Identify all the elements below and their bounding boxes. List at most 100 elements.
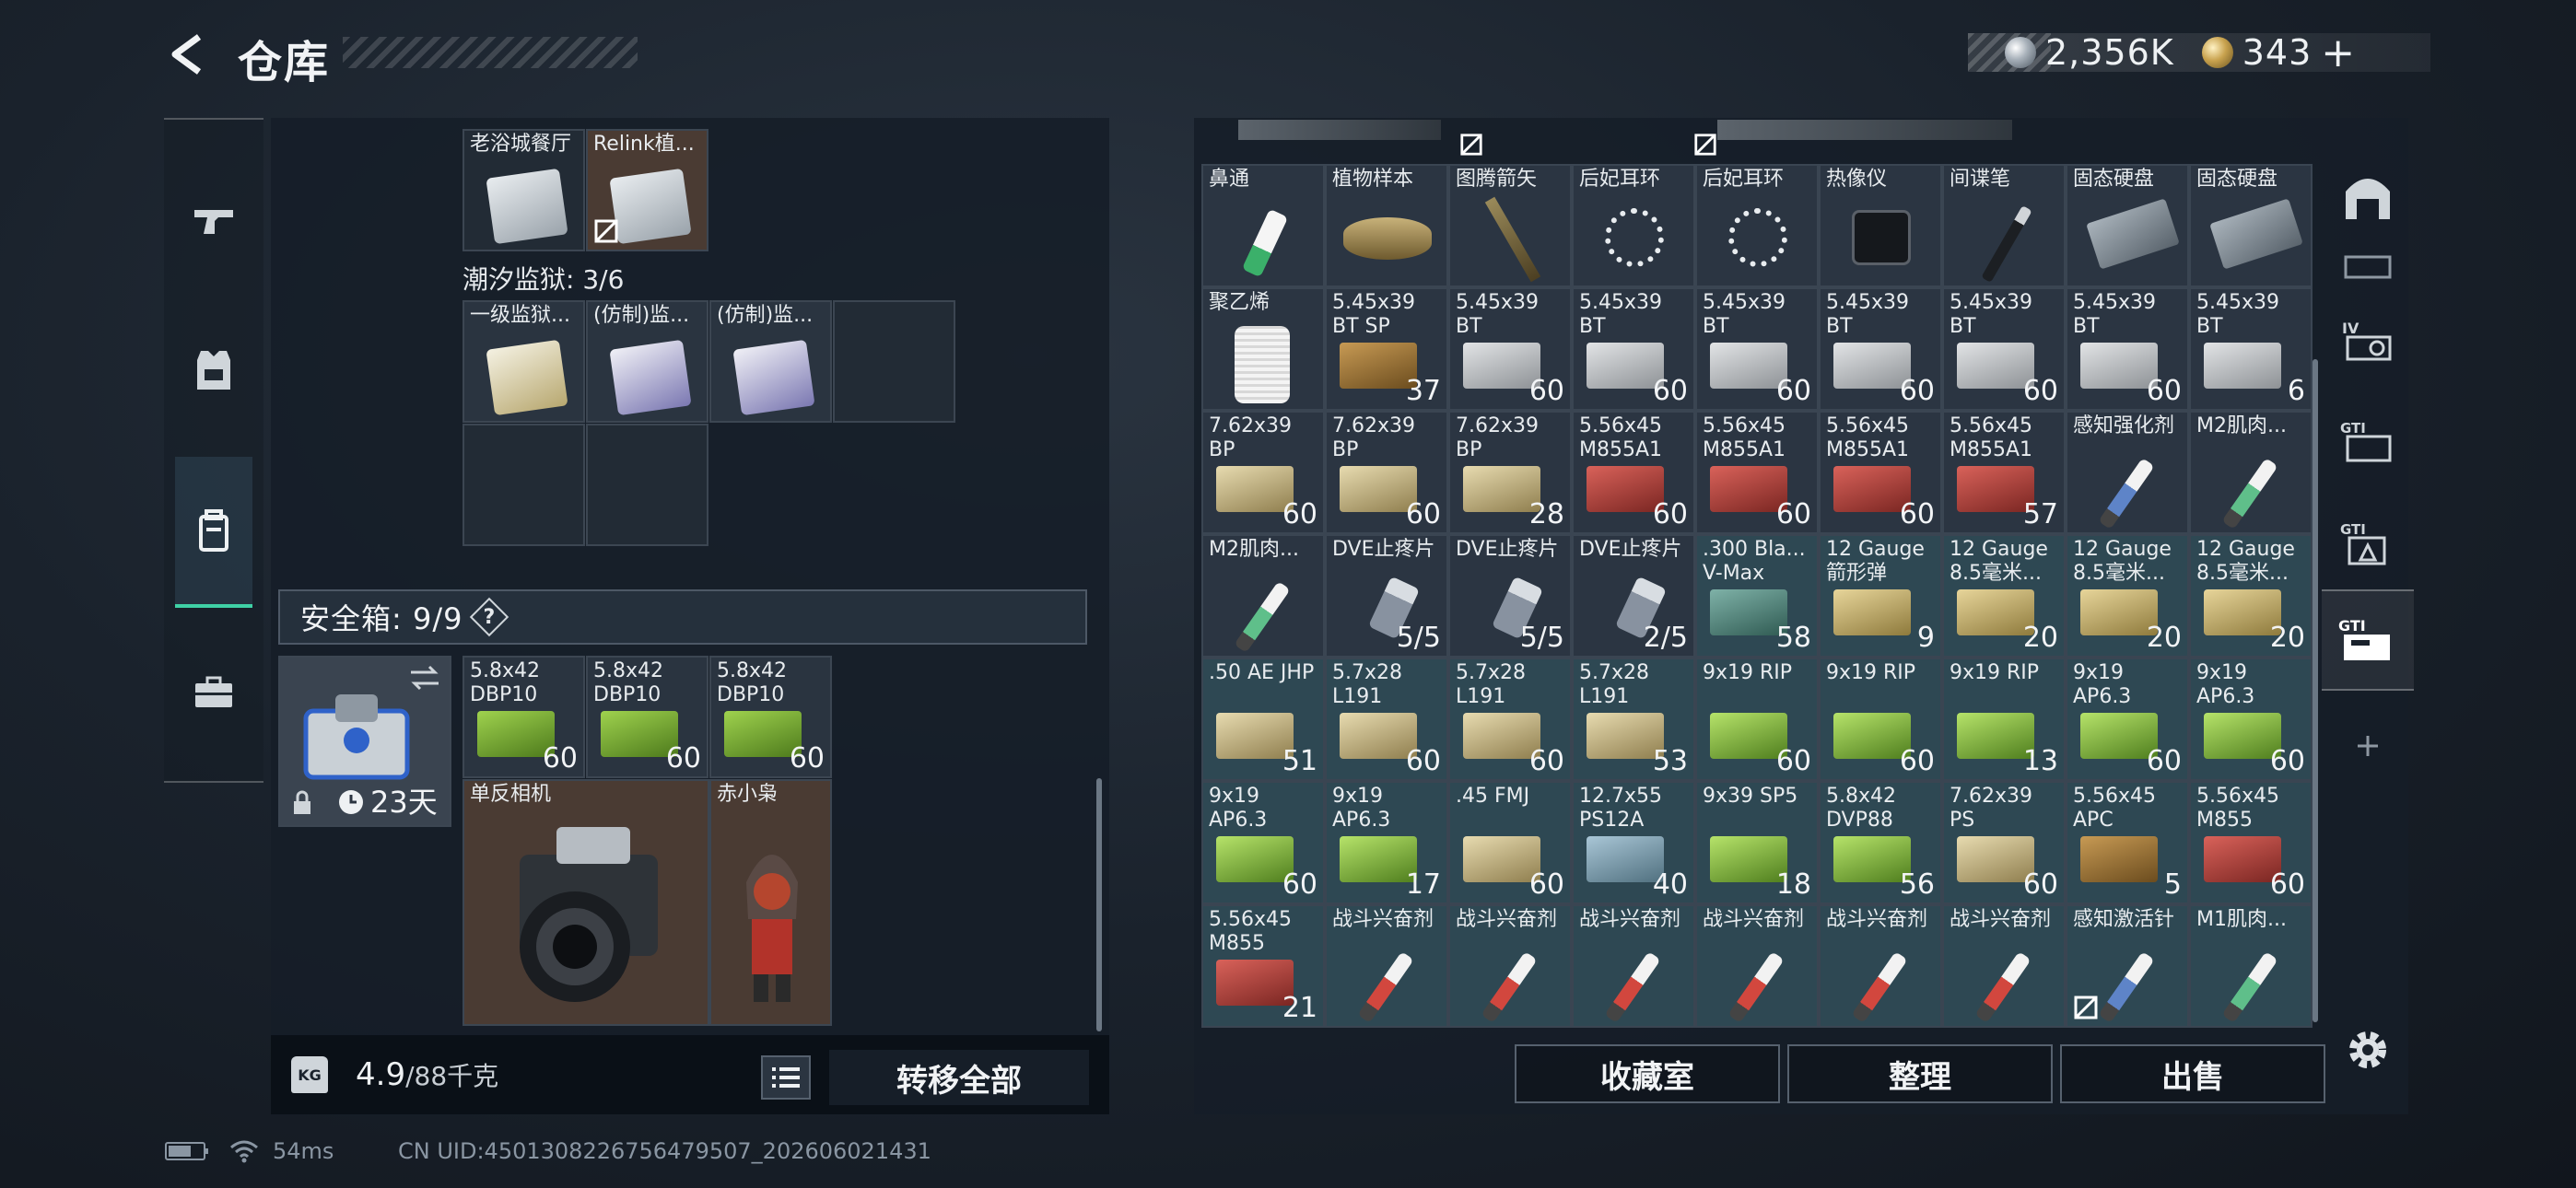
warehouse-item-slot[interactable]: 5.56x45 M855 60 xyxy=(2189,781,2313,904)
warehouse-item-slot[interactable]: 7.62x39 PS 60 xyxy=(1942,781,2066,904)
warehouse-item-slot[interactable]: 12 Gauge 箭形弹 9 xyxy=(1819,534,1942,658)
storage-tab-iv[interactable]: IV xyxy=(2322,295,2414,387)
warehouse-item-slot[interactable]: 感知强化剂 xyxy=(2066,411,2189,534)
warehouse-item-slot[interactable]: 9x19 AP6.3 60 xyxy=(1201,781,1325,904)
list-view-button[interactable] xyxy=(761,1055,811,1100)
warehouse-item-slot[interactable]: 5.7x28 L191 53 xyxy=(1572,658,1695,781)
warehouse-item-slot[interactable]: 后妃耳环 xyxy=(1572,164,1695,287)
sell-button[interactable]: 出售 xyxy=(2060,1044,2325,1103)
warehouse-item-slot[interactable]: 后妃耳环 xyxy=(1695,164,1819,287)
warehouse-item-slot[interactable]: 固态硬盘 xyxy=(2066,164,2189,287)
warehouse-item-slot[interactable]: 战斗兴奋剂 xyxy=(1942,904,2066,1028)
warehouse-item-slot[interactable]: 12 Gauge 8.5毫米... 20 xyxy=(2066,534,2189,658)
warehouse-item-slot[interactable]: DVE止疼片 5/5 xyxy=(1448,534,1572,658)
back-button[interactable] xyxy=(164,31,210,77)
warehouse-item-slot[interactable]: 9x39 SP5 18 xyxy=(1695,781,1819,904)
sidebar-item-weapons[interactable] xyxy=(164,170,263,272)
collection-room-button[interactable]: 收藏室 xyxy=(1515,1044,1780,1103)
warehouse-item-slot[interactable]: 7.62x39 BP 60 xyxy=(1325,411,1448,534)
warehouse-item-slot[interactable]: .45 FMJ 60 xyxy=(1448,781,1572,904)
inventory-slot[interactable]: 5.8x42 DBP10 60 xyxy=(709,656,832,778)
warehouse-item-slot[interactable]: 聚乙烯 xyxy=(1201,287,1325,411)
warehouse-item-slot[interactable]: 5.7x28 L191 60 xyxy=(1448,658,1572,781)
storage-tab-gti-1[interactable]: GTI xyxy=(2322,396,2414,488)
safebox-container[interactable]: 23天 xyxy=(278,656,451,827)
warehouse-item-slot[interactable]: 5.45x39 BT 60 xyxy=(1819,287,1942,411)
empty-slot[interactable] xyxy=(586,424,708,546)
warehouse-item-slot[interactable]: M1肌肉... xyxy=(2189,904,2313,1028)
warehouse-item-slot[interactable]: 12.7x55 PS12A 40 xyxy=(1572,781,1695,904)
warehouse-item-slot[interactable]: .300 Bla... V-Max 58 xyxy=(1695,534,1819,658)
inventory-slot[interactable]: 老浴城餐厅 xyxy=(463,129,585,251)
item-count: 60 xyxy=(2146,745,2182,777)
warehouse-item-slot[interactable]: 战斗兴奋剂 xyxy=(1325,904,1448,1028)
empty-slot[interactable] xyxy=(833,300,955,423)
warehouse-item-slot[interactable]: 植物样本 xyxy=(1325,164,1448,287)
warehouse-item-slot[interactable]: 5.56x45 M855 21 xyxy=(1201,904,1325,1028)
warehouse-item-slot[interactable]: 5.56x45 M855A1 57 xyxy=(1942,411,2066,534)
warehouse-item-slot[interactable]: 5.45x39 BT 60 xyxy=(1572,287,1695,411)
inventory-slot[interactable]: Relink植... xyxy=(586,129,708,251)
warehouse-item-slot[interactable]: 9x19 AP6.3 60 xyxy=(2189,658,2313,781)
warehouse-item-slot[interactable]: 5.45x39 BT 60 xyxy=(2066,287,2189,411)
inventory-slot[interactable]: (仿制)监... xyxy=(709,300,832,423)
item-name: (仿制)监... xyxy=(593,304,690,327)
sidebar-item-case[interactable] xyxy=(164,642,263,743)
warehouse-item-slot[interactable]: 战斗兴奋剂 xyxy=(1695,904,1819,1028)
inventory-slot[interactable]: 一级监狱... xyxy=(463,300,585,423)
inventory-slot[interactable]: (仿制)监... xyxy=(586,300,708,423)
warehouse-item-slot[interactable]: DVE止疼片 2/5 xyxy=(1572,534,1695,658)
warehouse-item-slot[interactable]: 5.45x39 BT 60 xyxy=(1695,287,1819,411)
inventory-slot[interactable]: 单反相机 xyxy=(463,779,709,1026)
inventory-slot[interactable]: 5.8x42 DBP10 60 xyxy=(586,656,708,778)
warehouse-item-slot[interactable]: 鼻通 xyxy=(1201,164,1325,287)
warehouse-item-slot[interactable]: 9x19 RIP 60 xyxy=(1695,658,1819,781)
warehouse-item-slot[interactable]: 5.45x39 BT SP 37 xyxy=(1325,287,1448,411)
sort-button[interactable]: 整理 xyxy=(1787,1044,2053,1103)
warehouse-item-slot[interactable]: 间谍笔 xyxy=(1942,164,2066,287)
empty-slot[interactable] xyxy=(463,424,585,546)
warehouse-item-slot[interactable]: 12 Gauge 8.5毫米... 20 xyxy=(2189,534,2313,658)
warehouse-item-slot[interactable]: 5.45x39 BT 6 xyxy=(2189,287,2313,411)
warehouse-item-slot[interactable]: 5.45x39 BT 60 xyxy=(1448,287,1572,411)
warehouse-item-slot[interactable]: 5.7x28 L191 60 xyxy=(1325,658,1448,781)
warehouse-item-slot[interactable]: 固态硬盘 xyxy=(2189,164,2313,287)
inventory-slot[interactable]: 5.8x42 DBP10 60 xyxy=(463,656,585,778)
warehouse-item-slot[interactable]: 感知激活针 xyxy=(2066,904,2189,1028)
item-count: 60 xyxy=(665,742,701,775)
storage-tab-gti-2[interactable]: GTI xyxy=(2322,497,2414,589)
warehouse-item-slot[interactable]: M2肌肉... xyxy=(1201,534,1325,658)
warehouse-item-slot[interactable]: 图腾箭矢 xyxy=(1448,164,1572,287)
warehouse-item-slot[interactable]: 9x19 AP6.3 60 xyxy=(2066,658,2189,781)
warehouse-item-slot[interactable]: 7.62x39 BP 60 xyxy=(1201,411,1325,534)
warehouse-item-slot[interactable]: 7.62x39 BP 28 xyxy=(1448,411,1572,534)
transfer-all-button[interactable]: 转移全部 xyxy=(829,1050,1089,1105)
warehouse-item-slot[interactable]: DVE止疼片 5/5 xyxy=(1325,534,1448,658)
settings-button[interactable] xyxy=(2322,1004,2414,1096)
left-scrollbar[interactable] xyxy=(1096,778,1102,1031)
right-scrollbar[interactable] xyxy=(2313,359,2318,1022)
add-currency-button[interactable]: + xyxy=(2321,29,2355,76)
warehouse-item-slot[interactable]: 9x19 RIP 13 xyxy=(1942,658,2066,781)
storage-tab-gti-3[interactable]: GTI xyxy=(2322,589,2414,691)
warehouse-item-slot[interactable]: .50 AE JHP 51 xyxy=(1201,658,1325,781)
warehouse-item-slot[interactable]: 5.56x45 APC 5 xyxy=(2066,781,2189,904)
warehouse-item-slot[interactable]: 9x19 RIP 60 xyxy=(1819,658,1942,781)
sidebar-item-backpack[interactable] xyxy=(175,457,252,608)
sidebar-item-armor[interactable] xyxy=(164,320,263,421)
warehouse-item-slot[interactable]: 战斗兴奋剂 xyxy=(1819,904,1942,1028)
add-storage-button[interactable] xyxy=(2322,700,2414,792)
warehouse-item-slot[interactable]: M2肌肉... xyxy=(2189,411,2313,534)
warehouse-item-slot[interactable]: 5.56x45 M855A1 60 xyxy=(1695,411,1819,534)
warehouse-item-slot[interactable]: 5.56x45 M855A1 60 xyxy=(1819,411,1942,534)
warehouse-item-slot[interactable]: 5.56x45 M855A1 60 xyxy=(1572,411,1695,534)
warehouse-item-slot[interactable]: 热像仪 xyxy=(1819,164,1942,287)
warehouse-item-slot[interactable]: 9x19 AP6.3 17 xyxy=(1325,781,1448,904)
warehouse-item-slot[interactable]: 战斗兴奋剂 xyxy=(1448,904,1572,1028)
warehouse-item-slot[interactable]: 5.8x42 DVP88 56 xyxy=(1819,781,1942,904)
warehouse-item-slot[interactable]: 战斗兴奋剂 xyxy=(1572,904,1695,1028)
inventory-slot[interactable]: 赤小枭 xyxy=(709,779,832,1026)
safebox-help-button[interactable]: ? xyxy=(470,597,509,637)
warehouse-item-slot[interactable]: 12 Gauge 8.5毫米... 20 xyxy=(1942,534,2066,658)
warehouse-item-slot[interactable]: 5.45x39 BT 60 xyxy=(1942,287,2066,411)
